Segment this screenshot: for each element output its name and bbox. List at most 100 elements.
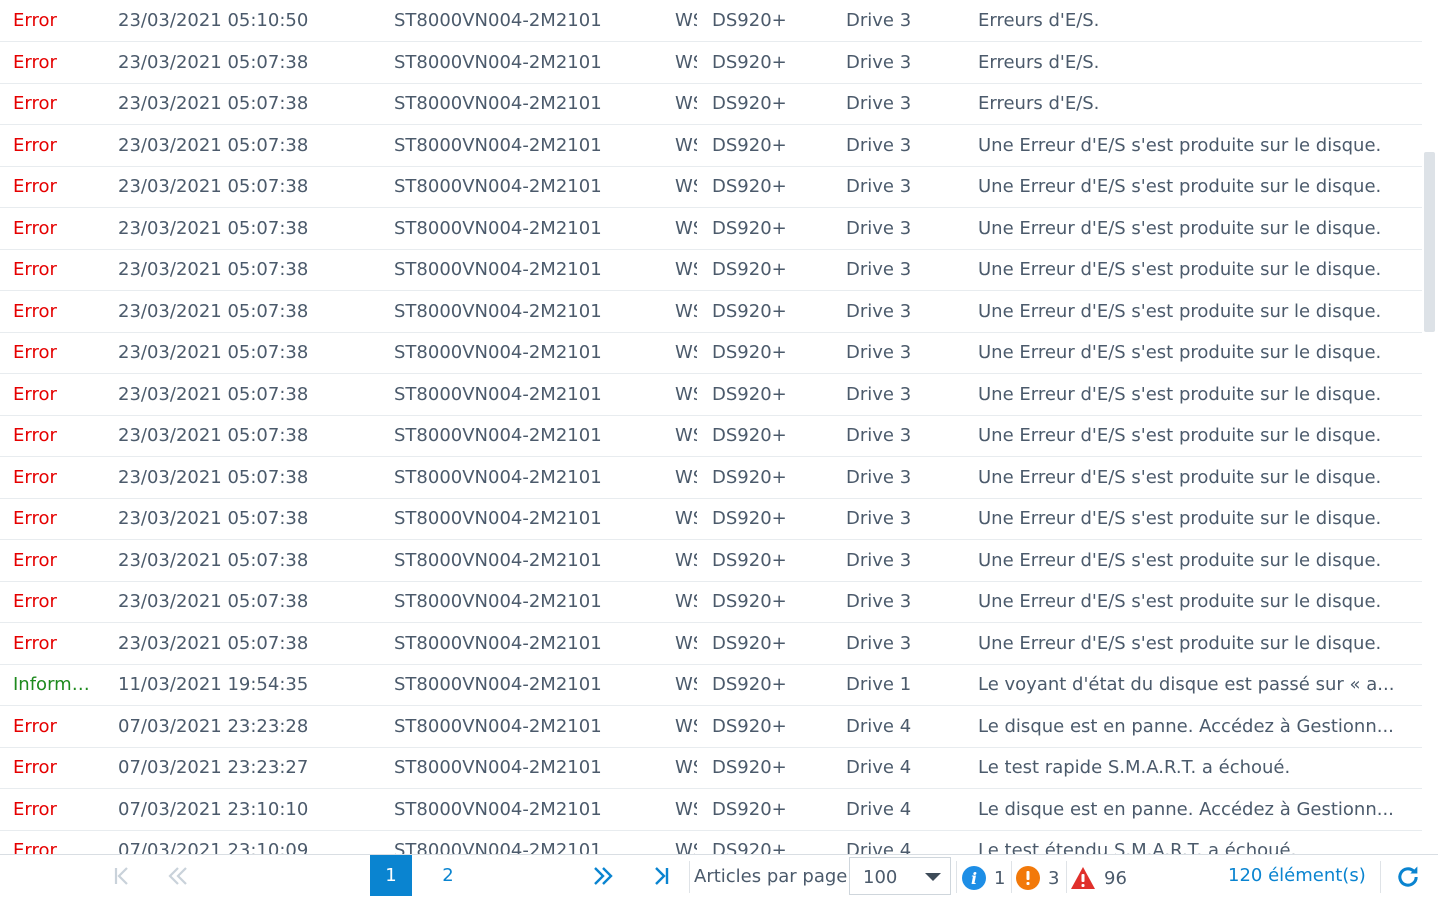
drive-cell: Drive 3 xyxy=(846,300,912,322)
refresh-icon[interactable] xyxy=(1394,863,1422,891)
table-row[interactable]: Error 07/03/2021 23:23:27 ST8000VN004-2M21… xyxy=(0,747,1422,789)
level-cell: Error xyxy=(13,51,57,73)
drive-cell: Drive 3 xyxy=(846,217,912,239)
serial-cell: WS xyxy=(675,176,697,197)
table-row[interactable]: Error 23/03/2021 05:07:38 ST8000VN004-2M21… xyxy=(0,374,1422,416)
level-cell: Error xyxy=(13,342,57,363)
last-page-button[interactable] xyxy=(645,855,677,896)
time-cell: 23/03/2021 05:07:38 xyxy=(118,51,309,73)
message-cell: Le test rapide S.M.A.R.T. a échoué. xyxy=(978,757,1291,778)
level-cell: Error xyxy=(13,757,57,778)
level-cell: Error xyxy=(13,383,57,405)
table-row[interactable]: Error 07/03/2021 23:10:10 ST8000VN004-2M21… xyxy=(0,789,1422,831)
time-cell: 11/03/2021 19:54:35 xyxy=(118,674,309,695)
previous-page-button[interactable] xyxy=(162,855,194,896)
separator xyxy=(1380,861,1381,893)
serial-cell: WS xyxy=(675,259,697,280)
table-row[interactable]: Error 23/03/2021 05:07:38 ST8000VN004-2M21… xyxy=(0,42,1422,84)
host-cell: DS920+ xyxy=(712,674,787,695)
host-cell: DS920+ xyxy=(712,300,787,322)
previous-page-icon xyxy=(168,866,187,885)
message-cell: Une Erreur d'E/S s'est produite sur le d… xyxy=(978,466,1382,488)
message-cell: Une Erreur d'E/S s'est produite sur le d… xyxy=(978,591,1382,612)
first-page-icon xyxy=(114,866,128,885)
message-cell: Une Erreur d'E/S s'est produite sur le d… xyxy=(978,342,1382,363)
table-row[interactable]: Error 23/03/2021 05:07:38 ST8000VN004-2M21… xyxy=(0,166,1422,208)
table-row[interactable]: Error 07/03/2021 23:23:28 ST8000VN004-2M21… xyxy=(0,706,1422,748)
model-cell: ST8000VN004-2M2101 xyxy=(394,674,602,695)
serial-cell: WS xyxy=(675,342,697,363)
message-cell: Le disque est en panne. Accédez à Gestio… xyxy=(978,715,1394,737)
drive-cell: Drive 3 xyxy=(846,466,912,488)
drive-cell: Drive 3 xyxy=(846,425,912,446)
table-row[interactable]: Error 23/03/2021 05:07:38 ST8000VN004-2M21… xyxy=(0,83,1422,125)
time-cell: 23/03/2021 05:07:38 xyxy=(118,591,309,612)
drive-cell: Drive 3 xyxy=(846,134,912,156)
drive-cell: Drive 3 xyxy=(846,632,912,654)
drive-cell: Drive 3 xyxy=(846,591,912,612)
host-cell: DS920+ xyxy=(712,51,787,73)
model-cell: ST8000VN004-2M2101 xyxy=(394,383,602,405)
warning-count: 3 xyxy=(1048,867,1060,889)
last-page-icon xyxy=(655,866,669,885)
level-cell: Error xyxy=(13,549,57,571)
host-cell: DS920+ xyxy=(712,217,787,239)
level-cell: Error xyxy=(13,300,57,322)
model-cell: ST8000VN004-2M2101 xyxy=(394,10,602,31)
time-cell: 23/03/2021 05:07:38 xyxy=(118,383,309,405)
level-cell: Error xyxy=(13,508,57,529)
first-page-button[interactable] xyxy=(106,855,138,896)
host-cell: DS920+ xyxy=(712,508,787,529)
model-cell: ST8000VN004-2M2101 xyxy=(394,134,602,156)
table-row[interactable]: Error 23/03/2021 05:10:50 ST8000VN004-2M21… xyxy=(0,0,1422,42)
table-row[interactable]: Information 11/03/2021 19:54:35 ST8000VN00… xyxy=(0,664,1422,706)
table-row[interactable]: Error 23/03/2021 05:07:38 ST8000VN004-2M21… xyxy=(0,623,1422,665)
table-row[interactable]: Error 23/03/2021 05:07:38 ST8000VN004-2M21… xyxy=(0,415,1422,457)
table-row[interactable]: Error 23/03/2021 05:07:38 ST8000VN004-2M21… xyxy=(0,208,1422,250)
next-page-button[interactable] xyxy=(587,855,619,896)
level-cell: Error xyxy=(13,591,57,612)
serial-cell: WS xyxy=(675,632,697,654)
page-2-button[interactable]: 2 xyxy=(427,855,469,896)
table-row[interactable]: Error 23/03/2021 05:07:38 ST8000VN004-2M21… xyxy=(0,125,1422,167)
drive-cell: Drive 3 xyxy=(846,549,912,571)
info-count-badge[interactable]: i 1 xyxy=(962,855,1005,901)
table-row[interactable]: Error 23/03/2021 05:07:38 ST8000VN004-2M21… xyxy=(0,498,1422,540)
table-row[interactable]: Error 07/03/2021 23:10:09 ST8000VN004-2M21… xyxy=(0,830,1422,854)
host-cell: DS920+ xyxy=(712,840,787,854)
warning-count-badge[interactable]: 3 xyxy=(1016,855,1059,901)
time-cell: 07/03/2021 23:10:09 xyxy=(118,840,309,854)
total-items-count: 120 élément(s) xyxy=(1228,865,1366,886)
next-page-icon xyxy=(594,866,613,885)
table-row[interactable]: Error 23/03/2021 05:07:38 ST8000VN004-2M21… xyxy=(0,540,1422,582)
table-row[interactable]: Error 23/03/2021 05:07:38 ST8000VN004-2M21… xyxy=(0,457,1422,499)
host-cell: DS920+ xyxy=(712,757,787,778)
model-cell: ST8000VN004-2M2101 xyxy=(394,757,602,778)
svg-text:i: i xyxy=(971,869,977,888)
per-page-select[interactable]: 100 xyxy=(849,857,951,895)
host-cell: DS920+ xyxy=(712,259,787,280)
message-cell: Erreurs d'E/S. xyxy=(978,93,1100,114)
drive-cell: Drive 3 xyxy=(846,93,912,114)
host-cell: DS920+ xyxy=(712,798,787,820)
serial-cell: WS xyxy=(675,508,697,529)
scrollbar[interactable] xyxy=(1422,0,1438,854)
table-row[interactable]: Error 23/03/2021 05:07:38 ST8000VN004-2M21… xyxy=(0,291,1422,333)
host-cell: DS920+ xyxy=(712,176,787,197)
message-cell: Erreurs d'E/S. xyxy=(978,10,1100,31)
drive-cell: Drive 3 xyxy=(846,51,912,73)
scrollbar-thumb[interactable] xyxy=(1424,152,1435,332)
time-cell: 23/03/2021 05:07:38 xyxy=(118,300,309,322)
page-1-button[interactable]: 1 xyxy=(370,855,412,896)
serial-cell: WS xyxy=(675,466,697,488)
model-cell: ST8000VN004-2M2101 xyxy=(394,93,602,114)
table-row[interactable]: Error 23/03/2021 05:07:38 ST8000VN004-2M21… xyxy=(0,332,1422,374)
error-count-badge[interactable]: 96 xyxy=(1070,855,1127,901)
model-cell: ST8000VN004-2M2101 xyxy=(394,632,602,654)
info-count: 1 xyxy=(994,867,1006,889)
host-cell: DS920+ xyxy=(712,632,787,654)
table-row[interactable]: Error 23/03/2021 05:07:38 ST8000VN004-2M21… xyxy=(0,581,1422,623)
table-row[interactable]: Error 23/03/2021 05:07:38 ST8000VN004-2M21… xyxy=(0,249,1422,291)
log-table: Error 23/03/2021 05:10:50 ST8000VN004-2M21… xyxy=(0,0,1422,854)
message-cell: Une Erreur d'E/S s'est produite sur le d… xyxy=(978,300,1382,322)
